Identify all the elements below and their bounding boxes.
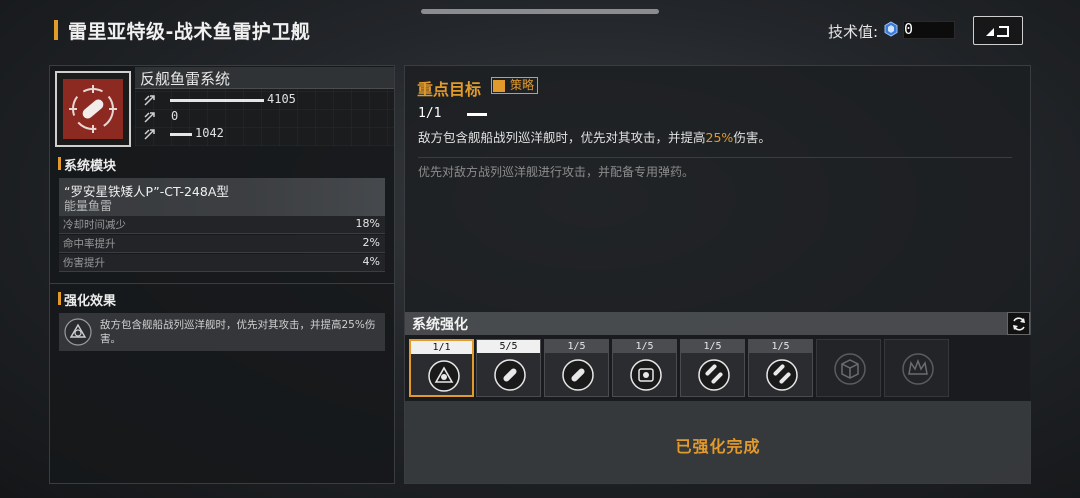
stat-value-1: 4105 bbox=[267, 92, 296, 106]
divider bbox=[50, 283, 394, 284]
tile-level: 1/5 bbox=[545, 340, 608, 353]
back-arrow-icon bbox=[986, 25, 1009, 37]
title-accent bbox=[54, 20, 58, 40]
refresh-icon bbox=[1012, 316, 1025, 331]
module-stat-value: 2% bbox=[362, 236, 380, 249]
enhance-tile[interactable]: 1/5 bbox=[748, 339, 813, 397]
crown-icon bbox=[902, 353, 934, 385]
enhance-tile[interactable]: 1/5 bbox=[612, 339, 677, 397]
enhance-tile-locked[interactable] bbox=[816, 339, 881, 397]
desc-text: 敌方包含舰船战列巡洋舰时，优先对其攻击，并提高 bbox=[418, 130, 706, 145]
stat-bar-1 bbox=[170, 99, 264, 102]
module-stat-label: 伤害提升 bbox=[63, 257, 105, 269]
focus-target-level: 1/1 bbox=[418, 106, 442, 121]
enhance-effect-text: 敌方包含舰船战列巡洋舰时，优先对其攻击，并提高25%伤害。 bbox=[100, 319, 376, 345]
module-stat-label: 冷却时间减少 bbox=[63, 219, 126, 231]
top-handle bbox=[421, 9, 659, 14]
enhance-tile[interactable]: 1/1 bbox=[409, 339, 474, 397]
system-enhance-title: 系统强化 bbox=[412, 317, 468, 333]
enhance-effect-title: 强化效果 bbox=[64, 294, 117, 309]
focus-target-sub: 优先对敌方战列巡洋舰进行攻击，并配备专用弹药。 bbox=[418, 165, 695, 179]
desc-highlight: 25% bbox=[705, 130, 734, 145]
double-torpedo-icon bbox=[766, 359, 798, 391]
system-module-title: 系统模块 bbox=[64, 159, 117, 174]
torpedo-icon bbox=[562, 359, 594, 391]
ship-target-icon bbox=[64, 318, 92, 346]
torpedo-icon bbox=[494, 359, 526, 391]
stat-value-2: 0 bbox=[171, 109, 179, 123]
section-accent bbox=[58, 292, 61, 305]
level-bar bbox=[467, 113, 487, 116]
attack-stat-icon bbox=[144, 95, 155, 106]
torpedo-weapon-icon bbox=[63, 79, 123, 139]
ship-target-icon bbox=[428, 360, 460, 392]
divider bbox=[418, 157, 1012, 158]
enhance-tile[interactable]: 1/5 bbox=[544, 339, 609, 397]
tech-gem-icon bbox=[884, 21, 898, 37]
back-button[interactable] bbox=[973, 16, 1023, 45]
tile-level: 1/1 bbox=[411, 341, 472, 354]
range-stat-icon bbox=[144, 129, 155, 140]
module-stat-value: 18% bbox=[355, 217, 380, 230]
tile-level: 1/5 bbox=[681, 340, 744, 353]
tile-level: 1/5 bbox=[613, 340, 676, 353]
weapon-name: 反舰鱼雷系统 bbox=[140, 70, 231, 88]
stat-bar-3 bbox=[170, 133, 192, 136]
page-title: 雷里亚特级-战术鱼雷护卫舰 bbox=[68, 21, 311, 43]
stat-value-3: 1042 bbox=[195, 126, 224, 140]
focus-target-desc: 敌方包含舰船战列巡洋舰时，优先对其攻击，并提高25%伤害。 bbox=[418, 127, 771, 146]
focus-target-title: 重点目标 bbox=[417, 80, 482, 99]
enhance-tile[interactable]: 1/5 bbox=[680, 339, 745, 397]
enhance-complete-text: 已强化完成 bbox=[675, 437, 761, 456]
cube-icon bbox=[834, 353, 866, 385]
tile-level: 5/5 bbox=[477, 340, 540, 353]
tech-value: 0 bbox=[904, 20, 914, 38]
strategy-icon bbox=[493, 80, 505, 92]
module-type: 能量鱼雷 bbox=[64, 199, 113, 213]
tile-level: 1/5 bbox=[749, 340, 812, 353]
tech-value-label: 技术值: bbox=[828, 23, 879, 41]
refresh-button[interactable] bbox=[1007, 312, 1030, 335]
pierce-stat-icon bbox=[144, 112, 155, 123]
double-torpedo-icon bbox=[698, 359, 730, 391]
section-accent bbox=[58, 157, 61, 170]
enhance-tile-locked[interactable] bbox=[884, 339, 949, 397]
desc-text-end: 伤害。 bbox=[733, 130, 771, 145]
module-stat-value: 4% bbox=[362, 255, 380, 268]
system-enhance-header bbox=[405, 312, 1031, 335]
enhance-tile[interactable]: 5/5 bbox=[476, 339, 541, 397]
radar-icon bbox=[630, 359, 662, 391]
module-stat-label: 命中率提升 bbox=[63, 238, 116, 250]
